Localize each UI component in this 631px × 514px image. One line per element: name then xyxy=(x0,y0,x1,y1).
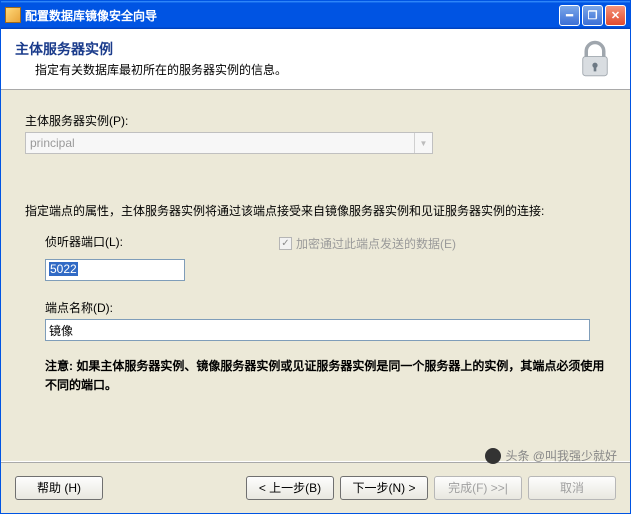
cancel-button: 取消 xyxy=(528,476,616,500)
page-subtitle: 指定有关数据库最初所在的服务器实例的信息。 xyxy=(15,61,574,78)
watermark-text: 头条 @叫我强少就好 xyxy=(505,447,617,464)
chevron-down-icon: ▼ xyxy=(414,133,432,153)
watermark: 头条 @叫我强少就好 xyxy=(485,447,617,464)
lock-icon xyxy=(574,39,616,81)
maximize-button[interactable]: ❐ xyxy=(582,5,603,26)
wizard-window: 配置数据库镜像安全向导 ━ ❐ ✕ 主体服务器实例 指定有关数据库最初所在的服务… xyxy=(0,0,631,514)
next-button[interactable]: 下一步(N) > xyxy=(340,476,428,500)
page-title: 主体服务器实例 xyxy=(15,39,574,59)
wizard-content: 主体服务器实例(P): principal ▼ 指定端点的属性，主体服务器实例将… xyxy=(1,90,630,461)
listener-port-input[interactable]: 5022 xyxy=(45,259,185,281)
listener-port-label: 侦听器端口(L): xyxy=(45,233,123,250)
finish-button: 完成(F) >>| xyxy=(434,476,522,500)
minimize-button[interactable]: ━ xyxy=(559,5,580,26)
endpoint-name-label: 端点名称(D): xyxy=(45,299,606,316)
wizard-footer: 帮助 (H) < 上一步(B) 下一步(N) > 完成(F) >>| 取消 xyxy=(1,461,630,513)
window-title: 配置数据库镜像安全向导 xyxy=(25,7,559,24)
listener-port-value: 5022 xyxy=(49,262,78,276)
close-button[interactable]: ✕ xyxy=(605,5,626,26)
principal-label: 主体服务器实例(P): xyxy=(25,112,606,129)
endpoint-name-input[interactable]: 镜像 xyxy=(45,319,590,341)
app-icon xyxy=(5,7,21,23)
endpoint-description: 指定端点的属性，主体服务器实例将通过该端点接受来自镜像服务器实例和见证服务器实例… xyxy=(25,202,606,219)
encrypt-label: 加密通过此端点发送的数据(E) xyxy=(296,235,456,252)
endpoint-name-value: 镜像 xyxy=(49,324,73,338)
principal-value: principal xyxy=(30,136,75,150)
avatar-icon xyxy=(485,448,501,464)
note-text: 注意: 如果主体服务器实例、镜像服务器实例或见证服务器实例是同一个服务器上的实例… xyxy=(45,357,606,395)
wizard-header: 主体服务器实例 指定有关数据库最初所在的服务器实例的信息。 xyxy=(1,29,630,90)
encrypt-checkbox: ✓ xyxy=(279,237,292,250)
encrypt-checkbox-row: ✓ 加密通过此端点发送的数据(E) xyxy=(279,235,456,252)
help-button[interactable]: 帮助 (H) xyxy=(15,476,103,500)
principal-combobox: principal ▼ xyxy=(25,132,433,154)
back-button[interactable]: < 上一步(B) xyxy=(246,476,334,500)
titlebar: 配置数据库镜像安全向导 ━ ❐ ✕ xyxy=(1,1,630,29)
